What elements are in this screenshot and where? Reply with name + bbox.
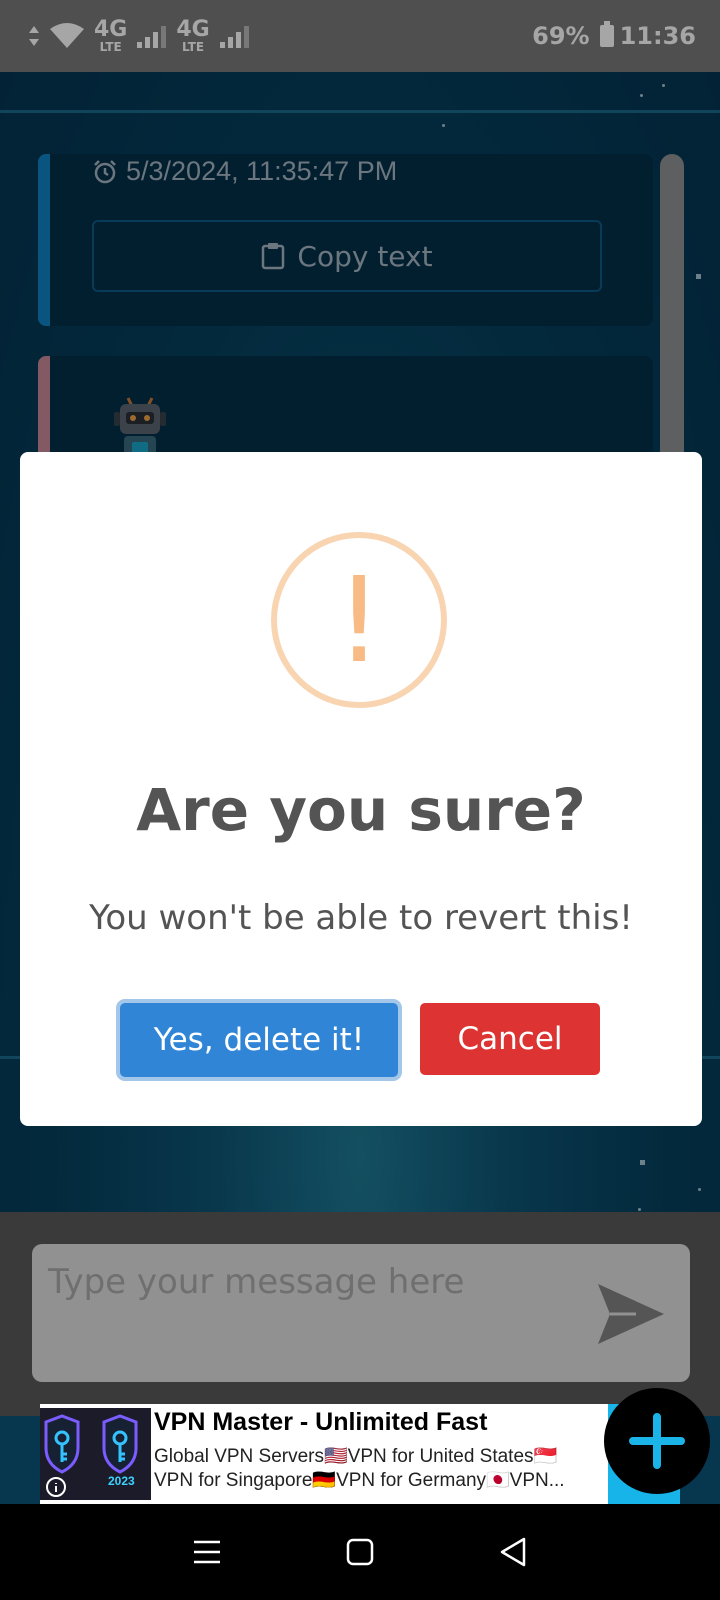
plus-icon: [629, 1413, 685, 1469]
ad-image[interactable]: 2023: [40, 1408, 151, 1500]
back-triangle-icon: [501, 1537, 526, 1567]
cancel-button[interactable]: Cancel: [420, 1003, 600, 1075]
warning-icon: !: [271, 532, 447, 708]
ad-description-line: VPN for Singapore🇩🇪VPN for Germany🇯🇵VPN.…: [154, 1470, 565, 1491]
system-nav-bar: [0, 1504, 720, 1600]
send-icon: [598, 1284, 664, 1344]
add-button[interactable]: [604, 1388, 710, 1494]
dialog-message: You won't be able to revert this!: [89, 898, 633, 938]
recents-button[interactable]: [177, 1522, 237, 1582]
message-input[interactable]: [32, 1244, 690, 1382]
warning-glyph: !: [335, 551, 383, 689]
back-button[interactable]: [483, 1522, 543, 1582]
send-button[interactable]: [594, 1282, 668, 1348]
confirm-dialog: ! Are you sure? You won't be able to rev…: [20, 452, 702, 1126]
home-button[interactable]: [330, 1522, 390, 1582]
ad-banner[interactable]: 2023 VPN Master - Unlimited Fast Global …: [40, 1404, 610, 1504]
confirm-delete-button[interactable]: Yes, delete it!: [120, 1003, 398, 1077]
ad-title[interactable]: VPN Master - Unlimited Fast: [154, 1408, 487, 1437]
ad-image-label: 2023: [108, 1474, 135, 1488]
home-square-icon: [346, 1538, 374, 1566]
menu-icon: [193, 1540, 220, 1564]
ad-description-line: Global VPN Servers🇺🇸VPN for United State…: [154, 1446, 558, 1467]
composer: [0, 1212, 720, 1416]
dialog-title: Are you sure?: [136, 776, 586, 844]
